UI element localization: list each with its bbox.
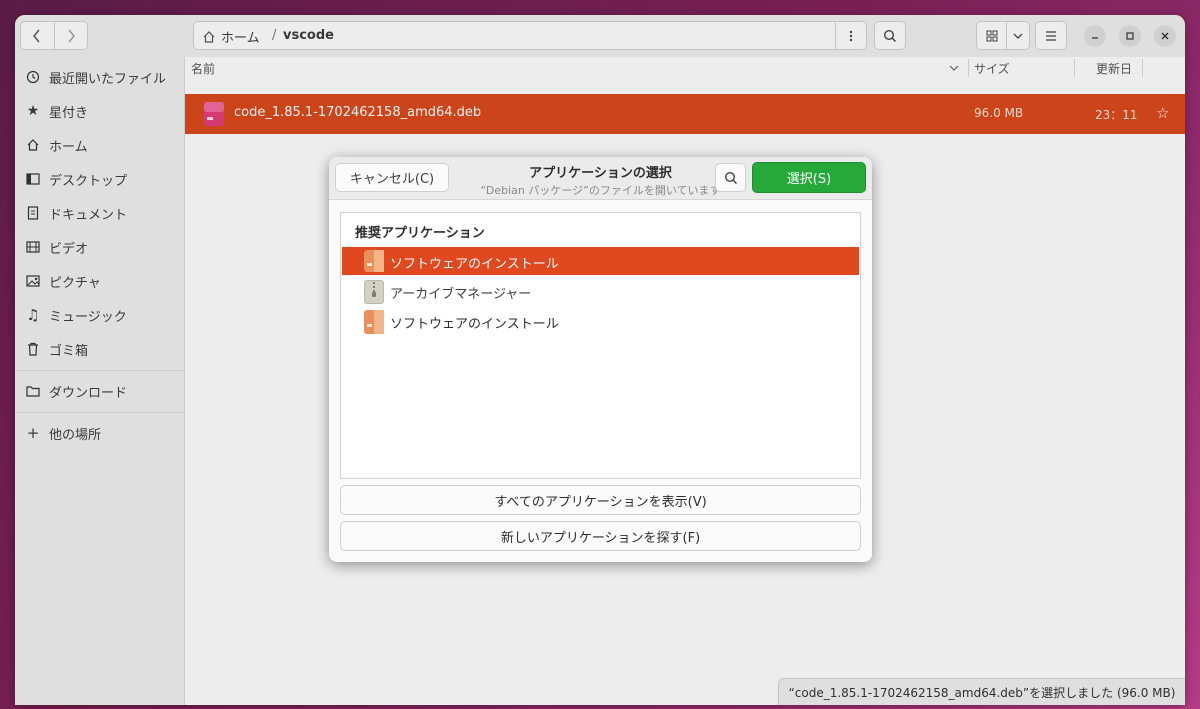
archive-manager-icon <box>364 280 384 304</box>
app-item-software-install[interactable]: ソフトウェアのインストール <box>342 247 859 275</box>
app-item-software-install[interactable]: ソフトウェアのインストール <box>342 307 859 335</box>
software-install-icon <box>364 250 384 272</box>
dialog-header: キャンセル(C) アプリケーションの選択 “Debian パッケージ”のファイル… <box>329 157 872 200</box>
app-item-label: アーカイブマネージャー <box>390 287 532 302</box>
show-all-apps-label: すべてのアプリケーションを表示(V) <box>494 494 707 510</box>
find-new-apps-label: 新しいアプリケーションを探す(F) <box>500 530 701 546</box>
app-item-archive-manager[interactable]: アーカイブマネージャー <box>342 277 859 305</box>
app-item-label: ソフトウェアのインストール <box>390 257 559 272</box>
find-new-apps-button[interactable]: 新しいアプリケーションを探す(F) <box>340 521 861 551</box>
list-heading: 推奨アプリケーション <box>355 226 485 241</box>
select-button[interactable]: 選択(S) <box>752 162 866 193</box>
software-install-icon <box>364 310 384 334</box>
show-all-apps-button[interactable]: すべてのアプリケーションを表示(V) <box>340 485 861 515</box>
select-button-label: 選択(S) <box>786 172 832 187</box>
app-chooser-dialog: キャンセル(C) アプリケーションの選択 “Debian パッケージ”のファイル… <box>329 157 872 562</box>
search-icon <box>724 171 737 184</box>
dialog-search-button[interactable] <box>715 163 746 192</box>
app-item-label: ソフトウェアのインストール <box>390 317 559 332</box>
recommended-app-list: 推奨アプリケーション ソフトウェアのインストール アーカイブマネージャー ソフト… <box>340 212 861 479</box>
